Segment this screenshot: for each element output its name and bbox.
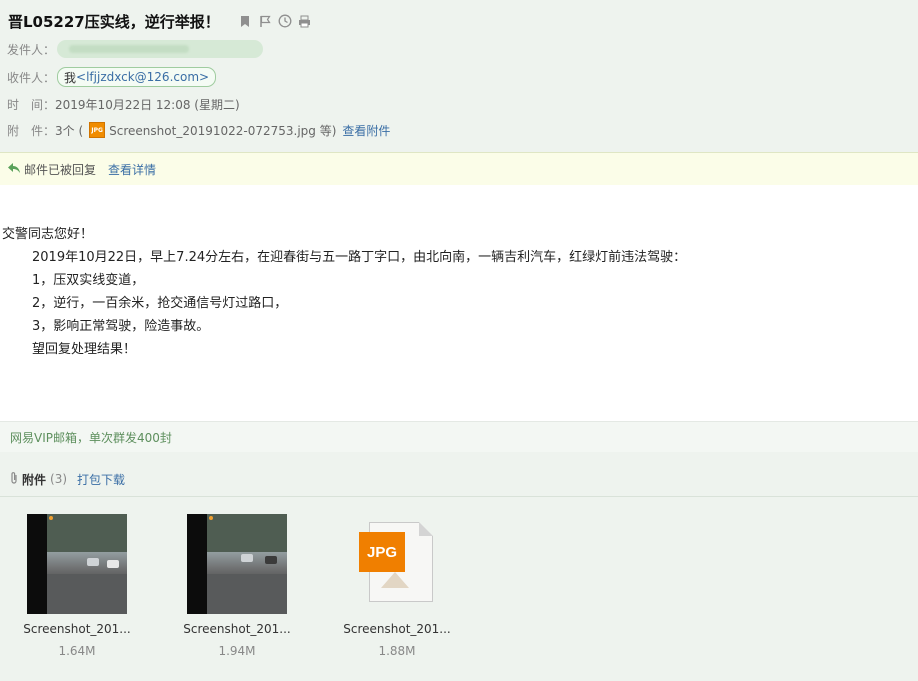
- clock-icon[interactable]: [278, 14, 292, 28]
- attachment-size: 1.88M: [378, 644, 416, 658]
- attachment-thumbnail[interactable]: [27, 514, 127, 614]
- from-row: 发件人：: [7, 40, 264, 58]
- mail-body: 交警同志您好！ 2019年10月22日，早上7.24分左右，在迎春街与五一路丁字…: [0, 185, 918, 421]
- flag-icon[interactable]: [258, 14, 272, 28]
- attachments-count: (3): [50, 472, 68, 486]
- body-line: 1，压双实线变道，: [32, 273, 145, 288]
- body-line: 3，影响正常驾驶，险造事故。: [32, 319, 210, 334]
- subject-row: 晋L05227压实线，逆行举报！: [8, 9, 312, 33]
- attachments-panel: 附件 (3) 打包下载 Screenshot_201... 1.64M Scre…: [0, 452, 918, 681]
- attachment-name[interactable]: Screenshot_201...: [177, 622, 297, 636]
- jpg-file-icon[interactable]: JPG: [347, 514, 447, 614]
- time-row: 时 间： 2019年10月22日 12:08 (星期二): [7, 95, 240, 113]
- attachment-name[interactable]: Screenshot_201...: [337, 622, 457, 636]
- attachment-item[interactable]: JPG Screenshot_201... 1.88M: [337, 514, 457, 658]
- view-attachments-link[interactable]: 查看附件: [342, 122, 390, 139]
- mail-subject: 晋L05227压实线，逆行举报！: [8, 12, 220, 31]
- attachment-size: 1.94M: [218, 644, 256, 658]
- body-greeting: 交警同志您好！: [2, 227, 94, 242]
- paperclip-icon: [10, 471, 18, 487]
- attach-first-name[interactable]: Screenshot_20191022-072753.jpg 等): [109, 122, 336, 139]
- recipient-me: 我: [64, 70, 77, 85]
- sender-pill[interactable]: [57, 40, 264, 58]
- attachment-size: 1.64M: [58, 644, 96, 658]
- reply-status-bar: 邮件已被回复 查看详情: [0, 152, 918, 186]
- print-icon[interactable]: [298, 14, 312, 28]
- recipient-address: <lfjjzdxck@126.com>: [76, 70, 210, 84]
- attachments-header: 附件 (3) 打包下载: [0, 462, 918, 497]
- reply-status-text: 邮件已被回复: [24, 162, 97, 177]
- body-line: 望回复处理结果！: [32, 342, 137, 357]
- attach-label: 附 件：: [7, 123, 56, 138]
- attachments-title: 附件: [22, 472, 47, 487]
- download-all-link[interactable]: 打包下载: [77, 471, 125, 488]
- reply-arrow-icon: [8, 162, 20, 176]
- to-label: 收件人：: [7, 70, 56, 85]
- attach-summary-row: 附 件： 3个 ( JPG Screenshot_20191022-072753…: [7, 121, 390, 139]
- body-line: 2019年10月22日，早上7.24分左右，在迎春街与五一路丁字口，由北向南，一…: [32, 250, 687, 265]
- attachment-item[interactable]: Screenshot_201... 1.64M: [17, 514, 137, 658]
- to-row: 收件人： 我 <lfjjzdxck@126.com>: [7, 67, 217, 87]
- attachment-item[interactable]: Screenshot_201... 1.94M: [177, 514, 297, 658]
- from-label: 发件人：: [7, 42, 56, 57]
- body-line: 2，逆行，一百余米，抢交通信号灯过路口，: [32, 296, 288, 311]
- jpg-file-icon: JPG: [89, 122, 106, 138]
- attachment-name[interactable]: Screenshot_201...: [17, 622, 137, 636]
- attachment-thumbnail[interactable]: [187, 514, 287, 614]
- time-value: 2019年10月22日 12:08 (星期二): [55, 97, 240, 112]
- bookmark-icon[interactable]: [238, 14, 252, 28]
- signature-bar: 网易VIP邮箱，单次群发400封: [0, 421, 918, 453]
- recipient-pill[interactable]: 我 <lfjjzdxck@126.com>: [57, 67, 217, 87]
- signature-text: 网易VIP邮箱，单次群发400封: [10, 430, 172, 445]
- attach-count: 3个 (: [55, 123, 84, 138]
- time-label: 时 间：: [7, 97, 56, 112]
- reply-detail-link[interactable]: 查看详情: [108, 161, 156, 178]
- subject-toolbar: [238, 14, 312, 28]
- mail-header: 晋L05227压实线，逆行举报！ 发件人： 收件人： 我 <lfjjzdxck@1…: [0, 0, 918, 152]
- jpg-badge: JPG: [359, 532, 405, 572]
